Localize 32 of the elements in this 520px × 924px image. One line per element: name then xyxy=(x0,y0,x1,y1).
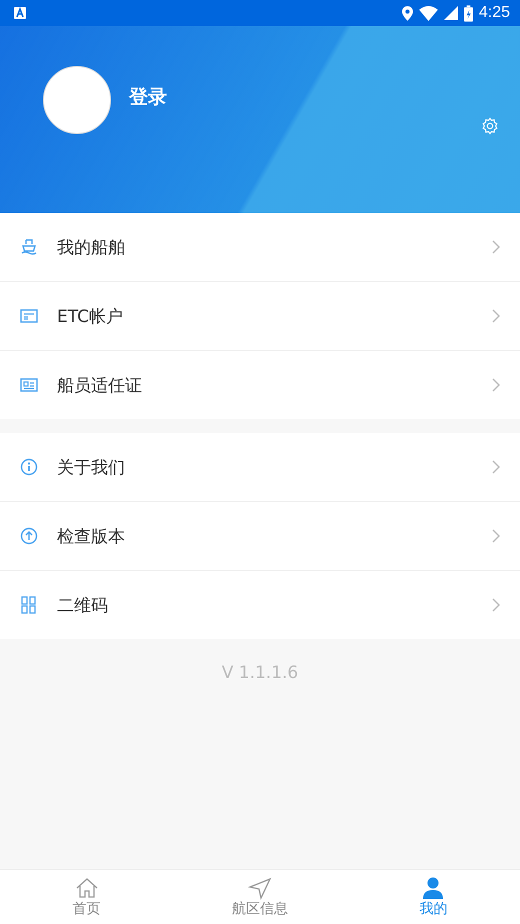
menu-item[interactable]: 二维码 xyxy=(0,571,520,639)
settings-icon[interactable] xyxy=(481,117,499,135)
menu-item[interactable]: ETC帐户 xyxy=(0,282,520,351)
ship-icon xyxy=(20,238,38,256)
wifi-icon xyxy=(418,6,438,20)
id-card-icon xyxy=(20,376,38,394)
nav-tab[interactable]: 首页 xyxy=(0,870,174,924)
chevron-icon xyxy=(492,529,500,543)
menu-item[interactable]: 关于我们 xyxy=(0,433,520,502)
version-text: V 1.1.1.6 xyxy=(222,663,298,685)
navigation-arrow-icon xyxy=(248,876,272,900)
menu-item[interactable]: 我的船舶 xyxy=(0,213,520,282)
app-notification-icon xyxy=(14,7,26,19)
chevron-icon xyxy=(492,309,500,323)
person-icon xyxy=(421,876,446,900)
menu-item[interactable]: 检查版本 xyxy=(0,502,520,571)
qr-code-icon xyxy=(20,596,38,614)
location-icon xyxy=(402,6,413,20)
info-icon xyxy=(20,458,38,476)
battery-icon xyxy=(464,4,473,22)
chevron-icon xyxy=(492,378,500,392)
signal-icon xyxy=(444,6,458,20)
card-icon xyxy=(20,307,38,325)
menu-item[interactable]: 船员适任证 xyxy=(0,351,520,419)
home-icon xyxy=(74,876,99,900)
chevron-icon xyxy=(492,598,500,612)
login-link[interactable]: 登录 xyxy=(129,84,167,110)
chevron-icon xyxy=(492,240,500,254)
nav-tab[interactable]: 我的 xyxy=(346,870,520,924)
clock-time: 4:25 xyxy=(478,4,510,22)
nav-tab[interactable]: 航区信息 xyxy=(173,870,347,924)
chevron-icon xyxy=(492,460,500,474)
